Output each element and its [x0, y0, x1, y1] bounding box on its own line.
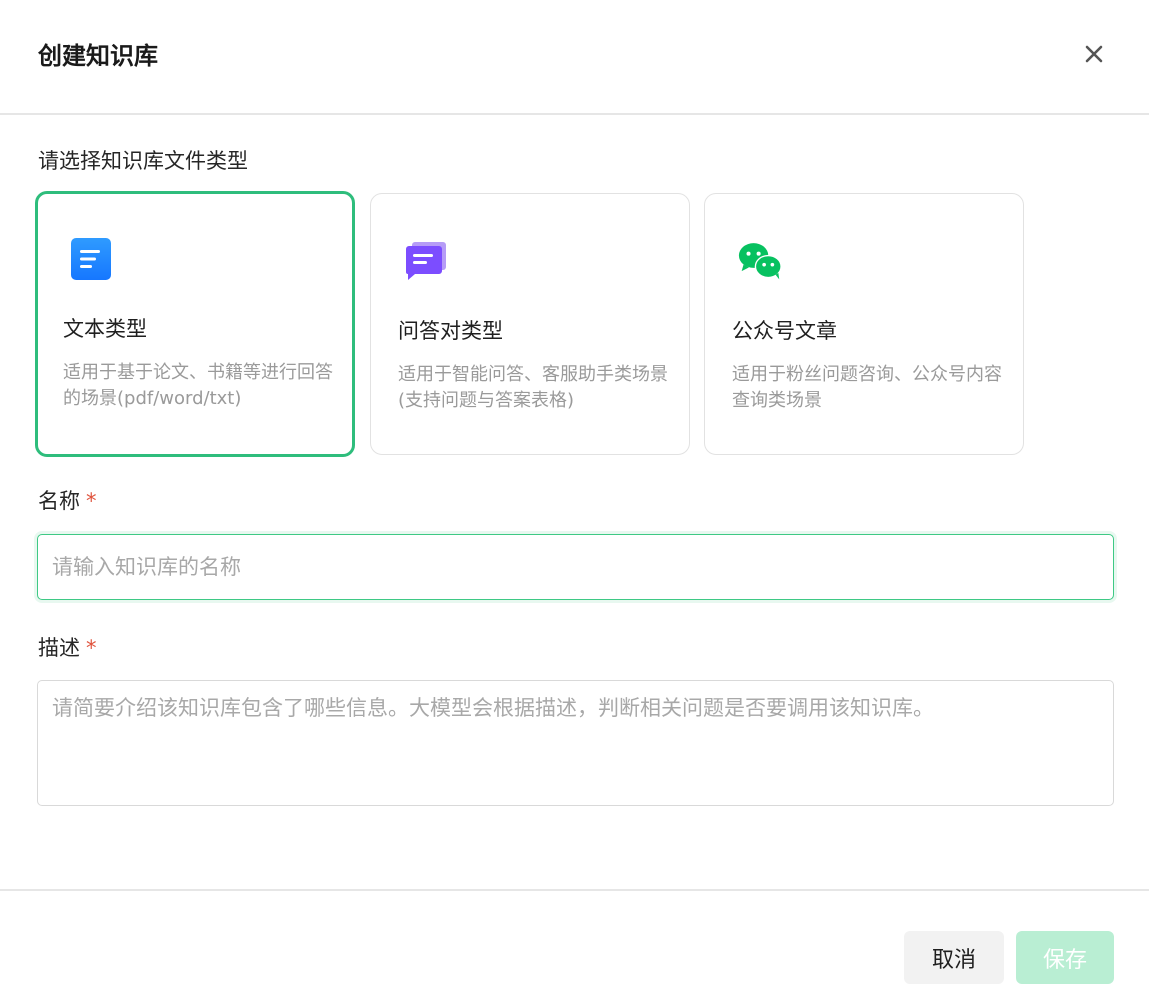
dialog-header: 创建知识库: [0, 0, 1149, 115]
card-title: 文本类型: [63, 317, 147, 341]
card-title: 问答对类型: [398, 319, 503, 343]
cancel-button[interactable]: 取消: [904, 931, 1004, 984]
qa-chat-icon: [404, 239, 448, 283]
card-description: 适用于智能问答、客服助手类场景(支持问题与答案表格): [398, 364, 668, 411]
dialog-title: 创建知识库: [38, 42, 158, 70]
description-label-text: 描述: [38, 636, 80, 660]
name-input[interactable]: [37, 534, 1114, 600]
description-field-label: 描述 *: [38, 633, 97, 663]
card-wechat-article[interactable]: 公众号文章 适用于粉丝问题咨询、公众号内容查询类场景: [704, 193, 1024, 455]
required-mark: *: [86, 489, 97, 513]
footer-divider: [0, 889, 1149, 891]
description-textarea[interactable]: [37, 680, 1114, 806]
save-button[interactable]: 保存: [1016, 931, 1114, 984]
card-description: 适用于基于论文、书籍等进行回答的场景(pdf/word/txt): [63, 362, 333, 409]
file-type-label: 请选择知识库文件类型: [38, 149, 248, 173]
name-label-text: 名称: [38, 489, 80, 513]
close-icon[interactable]: [1078, 38, 1110, 70]
name-field-label: 名称 *: [38, 486, 97, 516]
card-text-type[interactable]: 文本类型 适用于基于论文、书籍等进行回答的场景(pdf/word/txt): [35, 191, 355, 457]
create-knowledge-base-dialog: 创建知识库 请选择知识库文件类型 文本类型 适用于基于论文、书籍等进行回答的场景…: [0, 0, 1149, 1006]
document-icon: [69, 237, 113, 281]
card-description: 适用于粉丝问题咨询、公众号内容查询类场景: [732, 364, 1002, 411]
wechat-icon: [738, 239, 782, 283]
card-qa-type[interactable]: 问答对类型 适用于智能问答、客服助手类场景(支持问题与答案表格): [370, 193, 690, 455]
required-mark: *: [86, 636, 97, 660]
card-title: 公众号文章: [732, 319, 837, 343]
